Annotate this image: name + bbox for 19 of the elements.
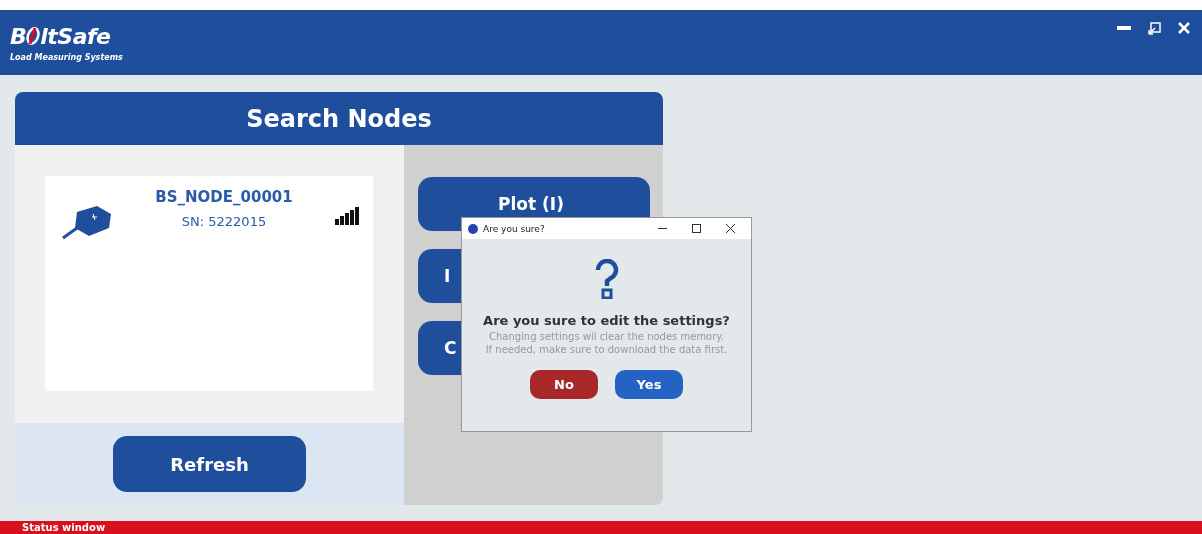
restore-icon[interactable] xyxy=(1147,21,1161,35)
dialog-question: Are you sure to edit the settings? xyxy=(483,313,730,328)
signal-strength-icon xyxy=(335,207,359,225)
yes-button[interactable]: Yes xyxy=(615,370,683,399)
node-name: BS_NODE_00001 xyxy=(155,188,293,206)
panel-title: Search Nodes xyxy=(15,92,663,145)
logo: B ltSafe xyxy=(10,23,112,49)
no-button[interactable]: No xyxy=(530,370,598,399)
node-card[interactable]: BS_NODE_00001 SN: 5222015 xyxy=(45,176,373,391)
logo-tagline: Load Measuring Systems xyxy=(10,52,123,62)
refresh-button[interactable]: Refresh xyxy=(113,436,306,492)
close-icon[interactable] xyxy=(726,224,735,233)
status-label: Status window xyxy=(22,522,106,533)
dialog-title: Are you sure? xyxy=(483,223,546,234)
maximize-icon[interactable] xyxy=(692,224,701,233)
question-icon xyxy=(468,223,478,234)
dialog-message: If needed, make sure to download the data first. xyxy=(485,343,728,356)
node-serial: SN: 5222015 xyxy=(181,214,267,229)
dialog-message: Changing settings wil clear the nodes memory. xyxy=(487,330,726,343)
